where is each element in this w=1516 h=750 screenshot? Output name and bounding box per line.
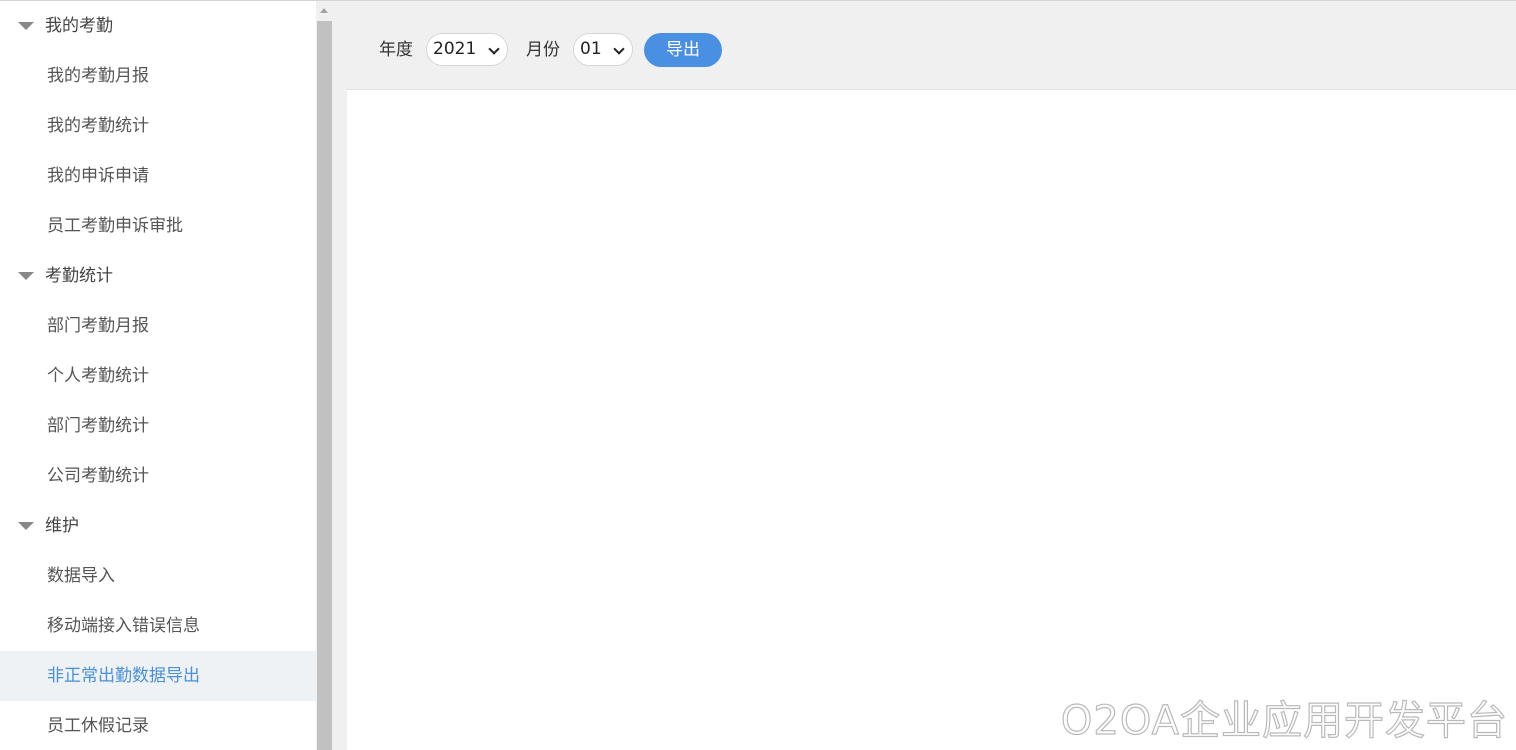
sidebar-item-appeal-approval[interactable]: 员工考勤申诉审批 xyxy=(0,201,316,251)
sidebar-item-label: 非正常出勤数据导出 xyxy=(47,666,200,686)
sidebar-item-label: 部门考勤月报 xyxy=(47,316,149,336)
caret-down-icon[interactable] xyxy=(18,272,34,280)
year-select[interactable]: 2021 xyxy=(426,33,508,66)
sidebar-item-my-appeals[interactable]: 我的申诉申请 xyxy=(0,151,316,201)
panel-gap xyxy=(333,1,347,750)
caret-down-icon[interactable] xyxy=(18,522,34,530)
month-select[interactable]: 01 xyxy=(573,33,633,66)
sidebar-item-label: 我的考勤月报 xyxy=(47,66,149,86)
group-title: 维护 xyxy=(45,516,79,536)
sidebar-item-label: 个人考勤统计 xyxy=(47,366,149,386)
group-header-attendance-statistics[interactable]: 考勤统计 xyxy=(0,251,316,301)
sidebar-item-data-import[interactable]: 数据导入 xyxy=(0,551,316,601)
sidebar-item-label: 部门考勤统计 xyxy=(47,416,149,436)
group-title: 我的考勤 xyxy=(45,16,113,36)
sidebar-item-company-statistics[interactable]: 公司考勤统计 xyxy=(0,451,316,501)
group-header-my-attendance[interactable]: 我的考勤 xyxy=(0,1,316,51)
sidebar-item-label: 数据导入 xyxy=(47,566,115,586)
sidebar-item-label: 我的申诉申请 xyxy=(47,166,149,186)
month-select-value: 01 xyxy=(580,39,602,59)
chevron-down-icon xyxy=(488,43,500,55)
month-label: 月份 xyxy=(526,40,560,60)
sidebar-item-label: 员工考勤申诉审批 xyxy=(47,216,183,236)
sidebar-item-mobile-error-info[interactable]: 移动端接入错误信息 xyxy=(0,601,316,651)
sidebar-item-dept-monthly-report[interactable]: 部门考勤月报 xyxy=(0,301,316,351)
year-select-value: 2021 xyxy=(433,39,477,59)
sidebar-item-label: 员工休假记录 xyxy=(47,716,149,736)
app-window: 我的考勤 我的考勤月报 我的考勤统计 我的申诉申请 员工考勤申诉审批 考勤统计 … xyxy=(0,0,1516,750)
sidebar-item-dept-statistics[interactable]: 部门考勤统计 xyxy=(0,401,316,451)
sidebar: 我的考勤 我的考勤月报 我的考勤统计 我的申诉申请 员工考勤申诉审批 考勤统计 … xyxy=(0,1,316,750)
sidebar-item-my-statistics[interactable]: 我的考勤统计 xyxy=(0,101,316,151)
sidebar-scrollbar[interactable] xyxy=(316,1,333,750)
scroll-up-arrow-icon[interactable] xyxy=(316,1,333,21)
sidebar-item-label: 我的考勤统计 xyxy=(47,116,149,136)
scroll-thumb[interactable] xyxy=(317,21,332,750)
sidebar-item-personal-statistics[interactable]: 个人考勤统计 xyxy=(0,351,316,401)
caret-down-icon[interactable] xyxy=(18,22,34,30)
export-button[interactable]: 导出 xyxy=(644,33,722,67)
sidebar-item-my-monthly-report[interactable]: 我的考勤月报 xyxy=(0,51,316,101)
chevron-down-icon xyxy=(613,43,625,55)
group-header-maintenance[interactable]: 维护 xyxy=(0,501,316,551)
content-area: O2OA企业应用开发平台 xyxy=(347,90,1516,750)
sidebar-item-abnormal-attendance-export[interactable]: 非正常出勤数据导出 xyxy=(0,651,316,701)
group-title: 考勤统计 xyxy=(45,266,113,286)
year-label: 年度 xyxy=(379,40,413,60)
sidebar-item-label: 公司考勤统计 xyxy=(47,466,149,486)
sidebar-item-label: 移动端接入错误信息 xyxy=(47,616,200,636)
filter-toolbar: 年度 2021 月份 01 导出 xyxy=(347,1,1516,90)
watermark: O2OA企业应用开发平台 xyxy=(1060,697,1508,744)
sidebar-item-leave-records[interactable]: 员工休假记录 xyxy=(0,701,316,750)
